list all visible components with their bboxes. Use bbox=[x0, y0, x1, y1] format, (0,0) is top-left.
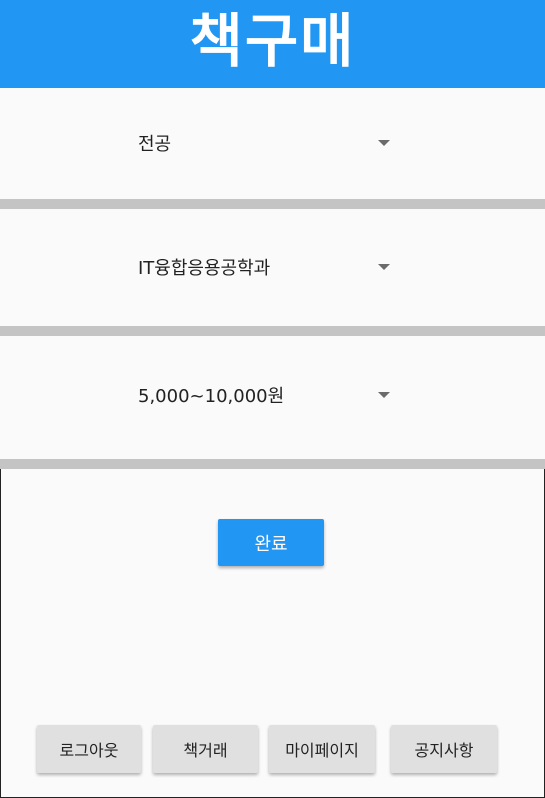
app-header: 책구매 bbox=[0, 0, 545, 88]
dropdown-arrow-icon bbox=[378, 140, 390, 146]
price-select-value: 5,000~10,000원 bbox=[138, 386, 285, 407]
price-section: 5,000~10,000원 bbox=[0, 336, 545, 459]
notice-button[interactable]: 공지사항 bbox=[391, 725, 497, 773]
book-trade-button[interactable]: 책거래 bbox=[153, 725, 258, 773]
logout-button[interactable]: 로그아웃 bbox=[37, 725, 141, 773]
page-title: 책구매 bbox=[189, 7, 356, 75]
department-section: IT융합응용공학과 bbox=[0, 209, 545, 326]
dropdown-arrow-icon bbox=[378, 264, 390, 270]
major-select-value: 전공 bbox=[138, 134, 172, 155]
mypage-button[interactable]: 마이페이지 bbox=[269, 725, 375, 773]
department-select-value: IT융합응용공학과 bbox=[138, 258, 271, 279]
major-section: 전공 bbox=[0, 88, 545, 199]
section-divider bbox=[0, 459, 545, 469]
department-select[interactable]: IT융합응용공학과 bbox=[138, 247, 393, 287]
price-select[interactable]: 5,000~10,000원 bbox=[138, 375, 393, 415]
section-divider bbox=[0, 326, 545, 336]
submit-button[interactable]: 완료 bbox=[218, 519, 324, 566]
section-divider bbox=[0, 199, 545, 209]
dropdown-arrow-icon bbox=[378, 392, 390, 398]
major-select[interactable]: 전공 bbox=[138, 123, 393, 163]
